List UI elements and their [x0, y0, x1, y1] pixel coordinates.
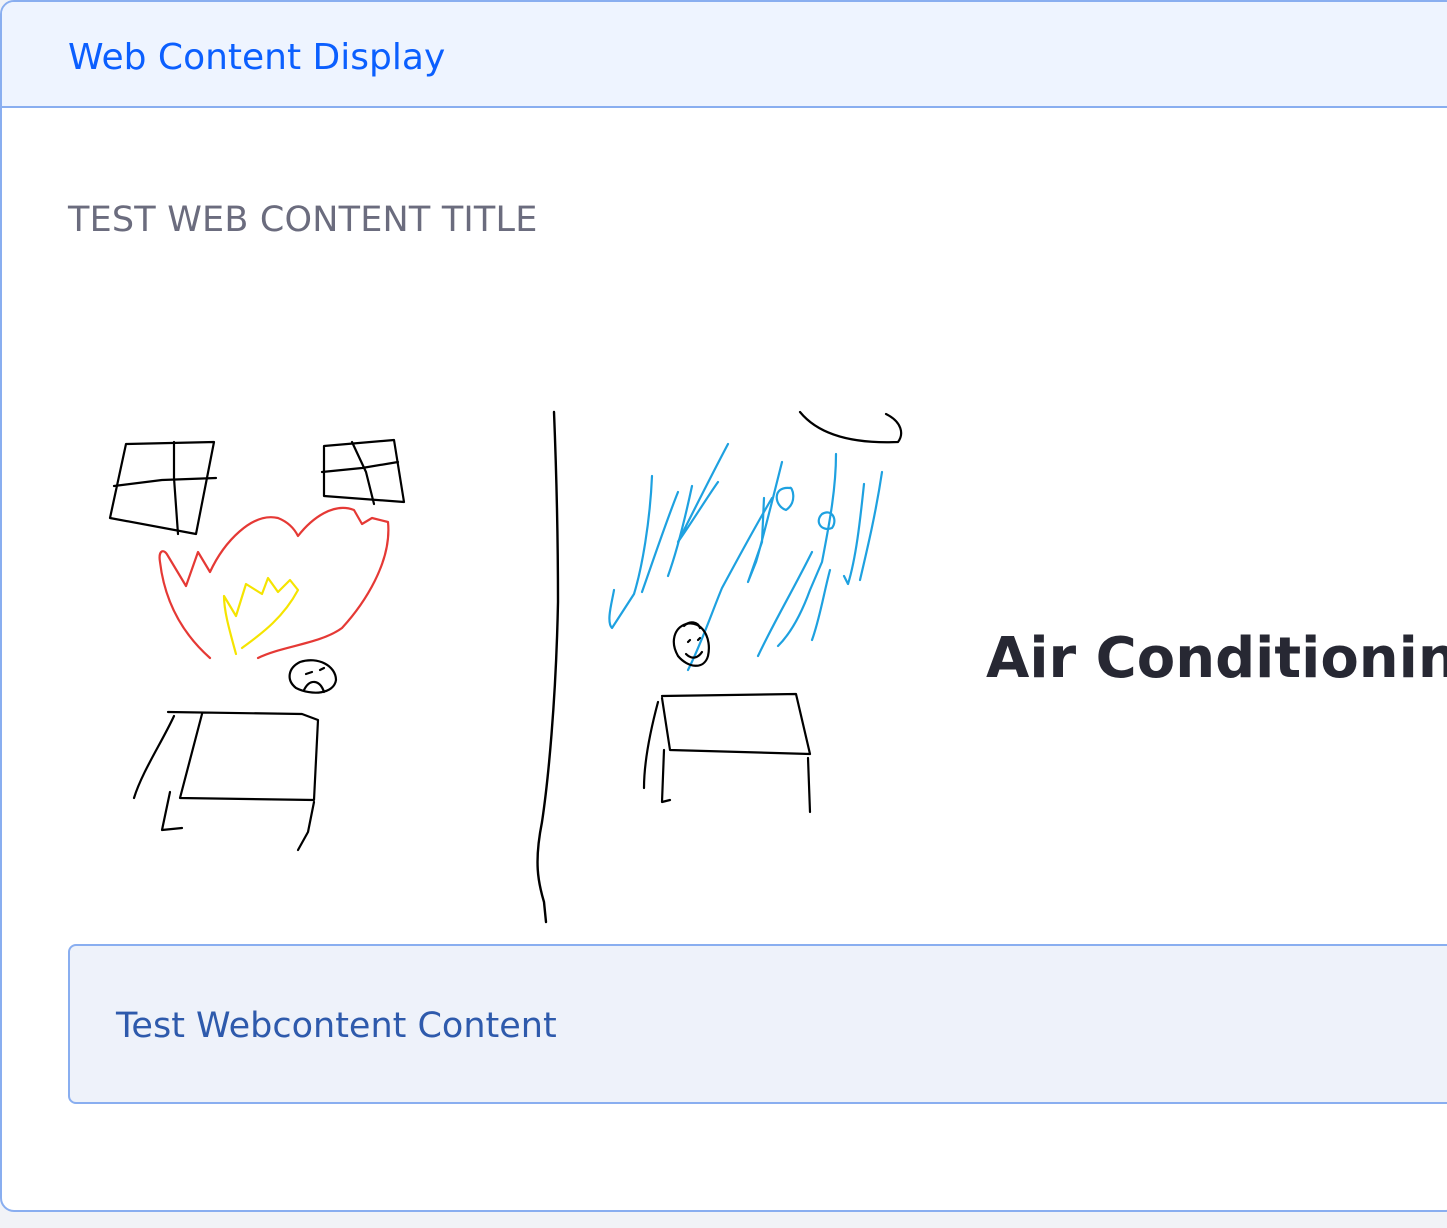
fire-sketch	[158, 506, 390, 660]
happy-face-sketch	[672, 621, 710, 667]
fire-inner-sketch	[222, 576, 300, 656]
ac-unit-sketch	[798, 410, 903, 444]
window-right-sketch	[320, 438, 406, 506]
web-content-body: Test Webcontent Content	[116, 1006, 557, 1046]
window-left-sketch	[108, 440, 218, 536]
sad-face-sketch	[288, 659, 338, 694]
panel-divider-sketch	[536, 410, 560, 924]
web-content-display-portlet: Web Content Display TEST WEB CONTENT TIT…	[0, 0, 1447, 1212]
desk-right-sketch	[642, 692, 812, 814]
image-caption: Air Conditioning	[986, 626, 1447, 691]
desk-left-sketch	[132, 710, 320, 852]
content-alert-box: Test Webcontent Content	[68, 944, 1447, 1104]
cold-air-sketch	[608, 442, 884, 672]
